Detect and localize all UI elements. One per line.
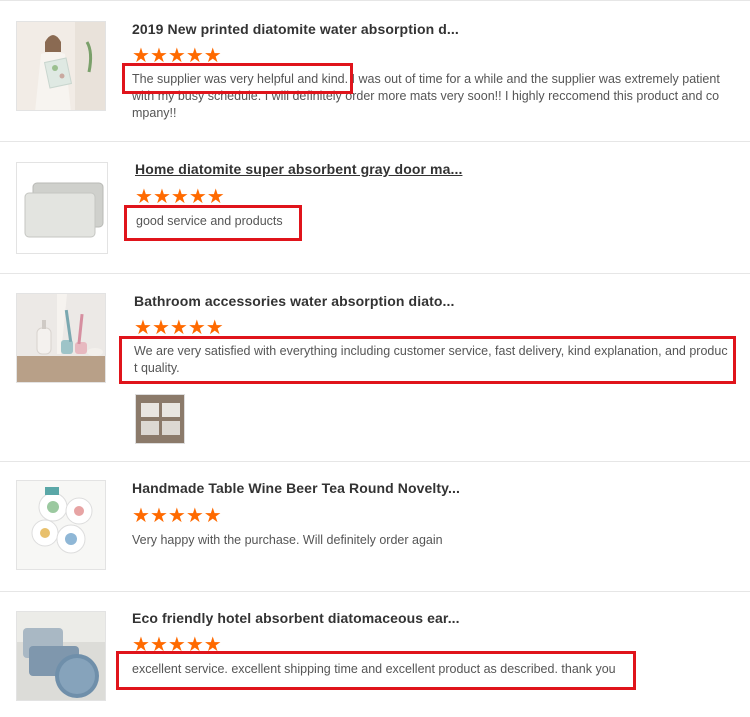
- star-icon: ★: [132, 505, 150, 527]
- product-title[interactable]: Bathroom accessories water absorption di…: [134, 293, 454, 309]
- product-title[interactable]: Eco friendly hotel absorbent diatomaceou…: [132, 610, 460, 626]
- star-icon: ★: [185, 505, 204, 527]
- star-icon: ★: [203, 505, 222, 527]
- round-coasters-photo-icon: [17, 481, 105, 569]
- product-thumbnail[interactable]: [16, 611, 106, 701]
- buyer-photo-boxes-icon: [136, 395, 184, 443]
- bathroom-accessories-photo-icon: [17, 294, 105, 382]
- star-icon: ★: [135, 186, 153, 208]
- product-title[interactable]: Handmade Table Wine Beer Tea Round Novel…: [132, 480, 460, 496]
- review-item: Home diatomite super absorbent gray door…: [0, 142, 750, 274]
- review-item: Bathroom accessories water absorption di…: [0, 274, 750, 462]
- woman-holding-mat-photo-icon: [17, 22, 105, 110]
- star-icon: ★: [167, 505, 186, 527]
- highlight-box: [119, 336, 736, 384]
- product-title[interactable]: Home diatomite super absorbent gray door…: [135, 161, 462, 177]
- review-item: Eco friendly hotel absorbent diatomaceou…: [0, 592, 750, 717]
- blue-diatomite-coasters-photo-icon: [17, 612, 105, 700]
- star-rating: ★★★★★: [134, 317, 224, 339]
- star-icon: ★: [206, 186, 225, 208]
- star-rating: ★★★★★: [135, 186, 225, 208]
- highlight-box: [116, 651, 636, 690]
- review-text: Very happy with the purchase. Will defin…: [132, 533, 443, 547]
- star-icon: ★: [187, 317, 206, 339]
- star-icon: ★: [188, 186, 207, 208]
- review-attachment-image[interactable]: [135, 394, 185, 444]
- highlight-box: [124, 205, 302, 241]
- highlight-box: [122, 63, 353, 94]
- star-icon: ★: [151, 317, 170, 339]
- product-title[interactable]: 2019 New printed diatomite water absorpt…: [132, 21, 459, 37]
- gray-bath-mat-photo-icon: [17, 163, 107, 253]
- product-thumbnail[interactable]: [16, 293, 106, 383]
- star-icon: ★: [149, 505, 168, 527]
- star-icon: ★: [134, 317, 152, 339]
- star-icon: ★: [152, 186, 171, 208]
- product-thumbnail[interactable]: [16, 162, 108, 254]
- star-icon: ★: [170, 186, 189, 208]
- review-item: Handmade Table Wine Beer Tea Round Novel…: [0, 462, 750, 592]
- star-icon: ★: [169, 317, 188, 339]
- star-icon: ★: [205, 317, 224, 339]
- product-thumbnail[interactable]: [16, 21, 106, 111]
- star-rating: ★★★★★: [132, 505, 222, 527]
- product-thumbnail[interactable]: [16, 480, 106, 570]
- review-item: 2019 New printed diatomite water absorpt…: [0, 0, 750, 142]
